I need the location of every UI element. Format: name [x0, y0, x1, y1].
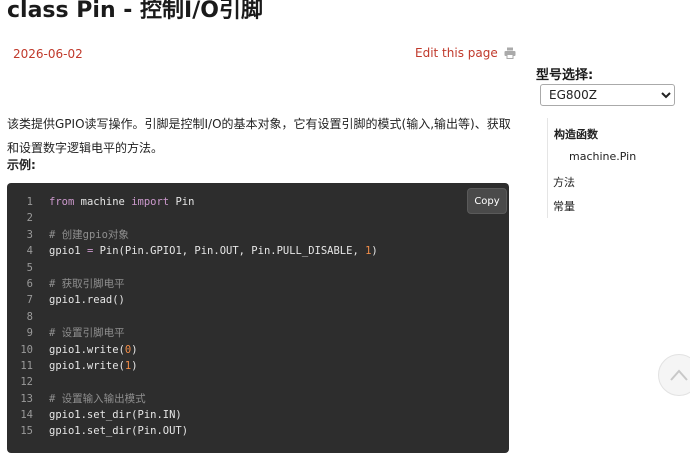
- code-token: gpio1.set_dir(Pin.IN): [49, 409, 182, 422]
- code-token: # 获取引脚电平: [49, 277, 125, 290]
- code-token: machine: [74, 196, 132, 208]
- code-line: 8: [7, 309, 509, 325]
- code-token: from: [49, 196, 75, 208]
- code-line: 1 from machine import Pin: [7, 194, 509, 210]
- chevron-up-icon: [670, 366, 688, 385]
- code-line: 12: [7, 374, 509, 390]
- scroll-to-top-button[interactable]: [658, 354, 690, 396]
- toc-item-machine-pin[interactable]: machine.Pin: [569, 150, 636, 163]
- code-token: ): [131, 343, 138, 356]
- model-select[interactable]: EG800Z: [540, 84, 675, 106]
- code-text: from machine import Pin: [49, 194, 194, 210]
- code-text: # 设置引脚电平: [49, 325, 125, 341]
- code-line: 7 gpio1.read(): [7, 292, 509, 308]
- line-number: 2: [26, 212, 33, 225]
- code-token: gpio1.read(): [49, 294, 125, 307]
- line-number: 5: [26, 261, 33, 274]
- code-token: import: [131, 196, 170, 208]
- intro-paragraph: 该类提供GPIO读写操作。引脚是控制I/O的基本对象，它有设置引脚的模式(输入,…: [7, 117, 511, 155]
- line-number: 9: [26, 327, 33, 340]
- code-token: ): [131, 359, 138, 372]
- code-block[interactable]: 1 from machine import Pin 2 3 # 创建gpio对象 4 gpi…: [7, 183, 509, 453]
- line-number: 1: [26, 196, 33, 208]
- example-label: 示例:: [7, 158, 36, 172]
- copy-button[interactable]: Copy: [467, 188, 507, 214]
- code-token: gpio1.set_dir(Pin.OUT): [49, 425, 189, 438]
- line-number: 4: [26, 245, 33, 258]
- code-text: # 创建gpio对象: [49, 227, 129, 243]
- printer-icon[interactable]: [504, 47, 516, 59]
- code-line: 10 gpio1.write(0): [7, 342, 509, 358]
- code-token: ): [371, 245, 378, 258]
- code-text: gpio1.write(0): [49, 342, 138, 358]
- line-number: 3: [26, 228, 33, 241]
- code-token: # 设置输入输出模式: [49, 392, 146, 405]
- code-token: # 设置引脚电平: [49, 327, 125, 340]
- code-line: 2: [7, 210, 509, 226]
- code-line: 9 # 设置引脚电平: [7, 325, 509, 341]
- line-number: 8: [26, 310, 33, 323]
- code-text: gpio1.set_dir(Pin.OUT): [49, 423, 188, 439]
- toc-item-methods[interactable]: 方法: [553, 174, 575, 190]
- edit-page-link[interactable]: Edit this page: [415, 46, 516, 60]
- line-number: 11: [20, 359, 33, 372]
- last-updated-date: 2026-06-02: [13, 47, 83, 61]
- line-number: 6: [26, 277, 33, 290]
- edit-page-label: Edit this page: [415, 46, 498, 60]
- code-text: gpio1.read(): [49, 292, 125, 308]
- code-line: 15 gpio1.set_dir(Pin.OUT): [7, 423, 509, 439]
- model-select-label: 型号选择:: [536, 68, 594, 83]
- code-token: gpio1.write(: [49, 343, 125, 356]
- code-line: 6 # 获取引脚电平: [7, 276, 509, 292]
- code-line: 11 gpio1.write(1): [7, 358, 509, 374]
- code-text: gpio1.write(1): [49, 358, 138, 374]
- code-text: # 获取引脚电平: [49, 276, 125, 292]
- code-line: 13 # 设置输入输出模式: [7, 391, 509, 407]
- page-title: class Pin - 控制I/O引脚: [7, 0, 263, 23]
- code-text: gpio1 = Pin(Pin.GPIO1, Pin.OUT, Pin.PULL…: [49, 243, 378, 259]
- line-number: 12: [20, 376, 33, 389]
- line-number: 14: [20, 409, 33, 422]
- code-text: # 设置输入输出模式: [49, 391, 146, 407]
- line-number: 15: [20, 425, 33, 438]
- code-token: Pin(Pin.GPIO1, Pin.OUT, Pin.PULL_DISABLE…: [93, 245, 366, 258]
- toc-item-constructor[interactable]: 构造函数: [554, 126, 598, 142]
- code-lines: 1 from machine import Pin 2 3 # 创建gpio对象 4 gpi…: [7, 194, 509, 440]
- table-of-contents: 构造函数 machine.Pin 方法 常量: [547, 118, 688, 218]
- code-token: # 创建gpio对象: [49, 228, 129, 241]
- code-token: gpio1.write(: [49, 359, 125, 372]
- code-text: gpio1.set_dir(Pin.IN): [49, 407, 182, 423]
- line-number: 13: [20, 392, 33, 405]
- code-line: 4 gpio1 = Pin(Pin.GPIO1, Pin.OUT, Pin.PUL…: [7, 243, 509, 259]
- code-token: gpio1: [49, 245, 87, 258]
- code-line: 14 gpio1.set_dir(Pin.IN): [7, 407, 509, 423]
- code-token: Pin: [169, 196, 195, 208]
- code-line: 3 # 创建gpio对象: [7, 227, 509, 243]
- code-line: 5: [7, 260, 509, 276]
- toc-item-constants[interactable]: 常量: [553, 198, 575, 214]
- line-number: 7: [26, 294, 33, 307]
- line-number: 10: [20, 343, 33, 356]
